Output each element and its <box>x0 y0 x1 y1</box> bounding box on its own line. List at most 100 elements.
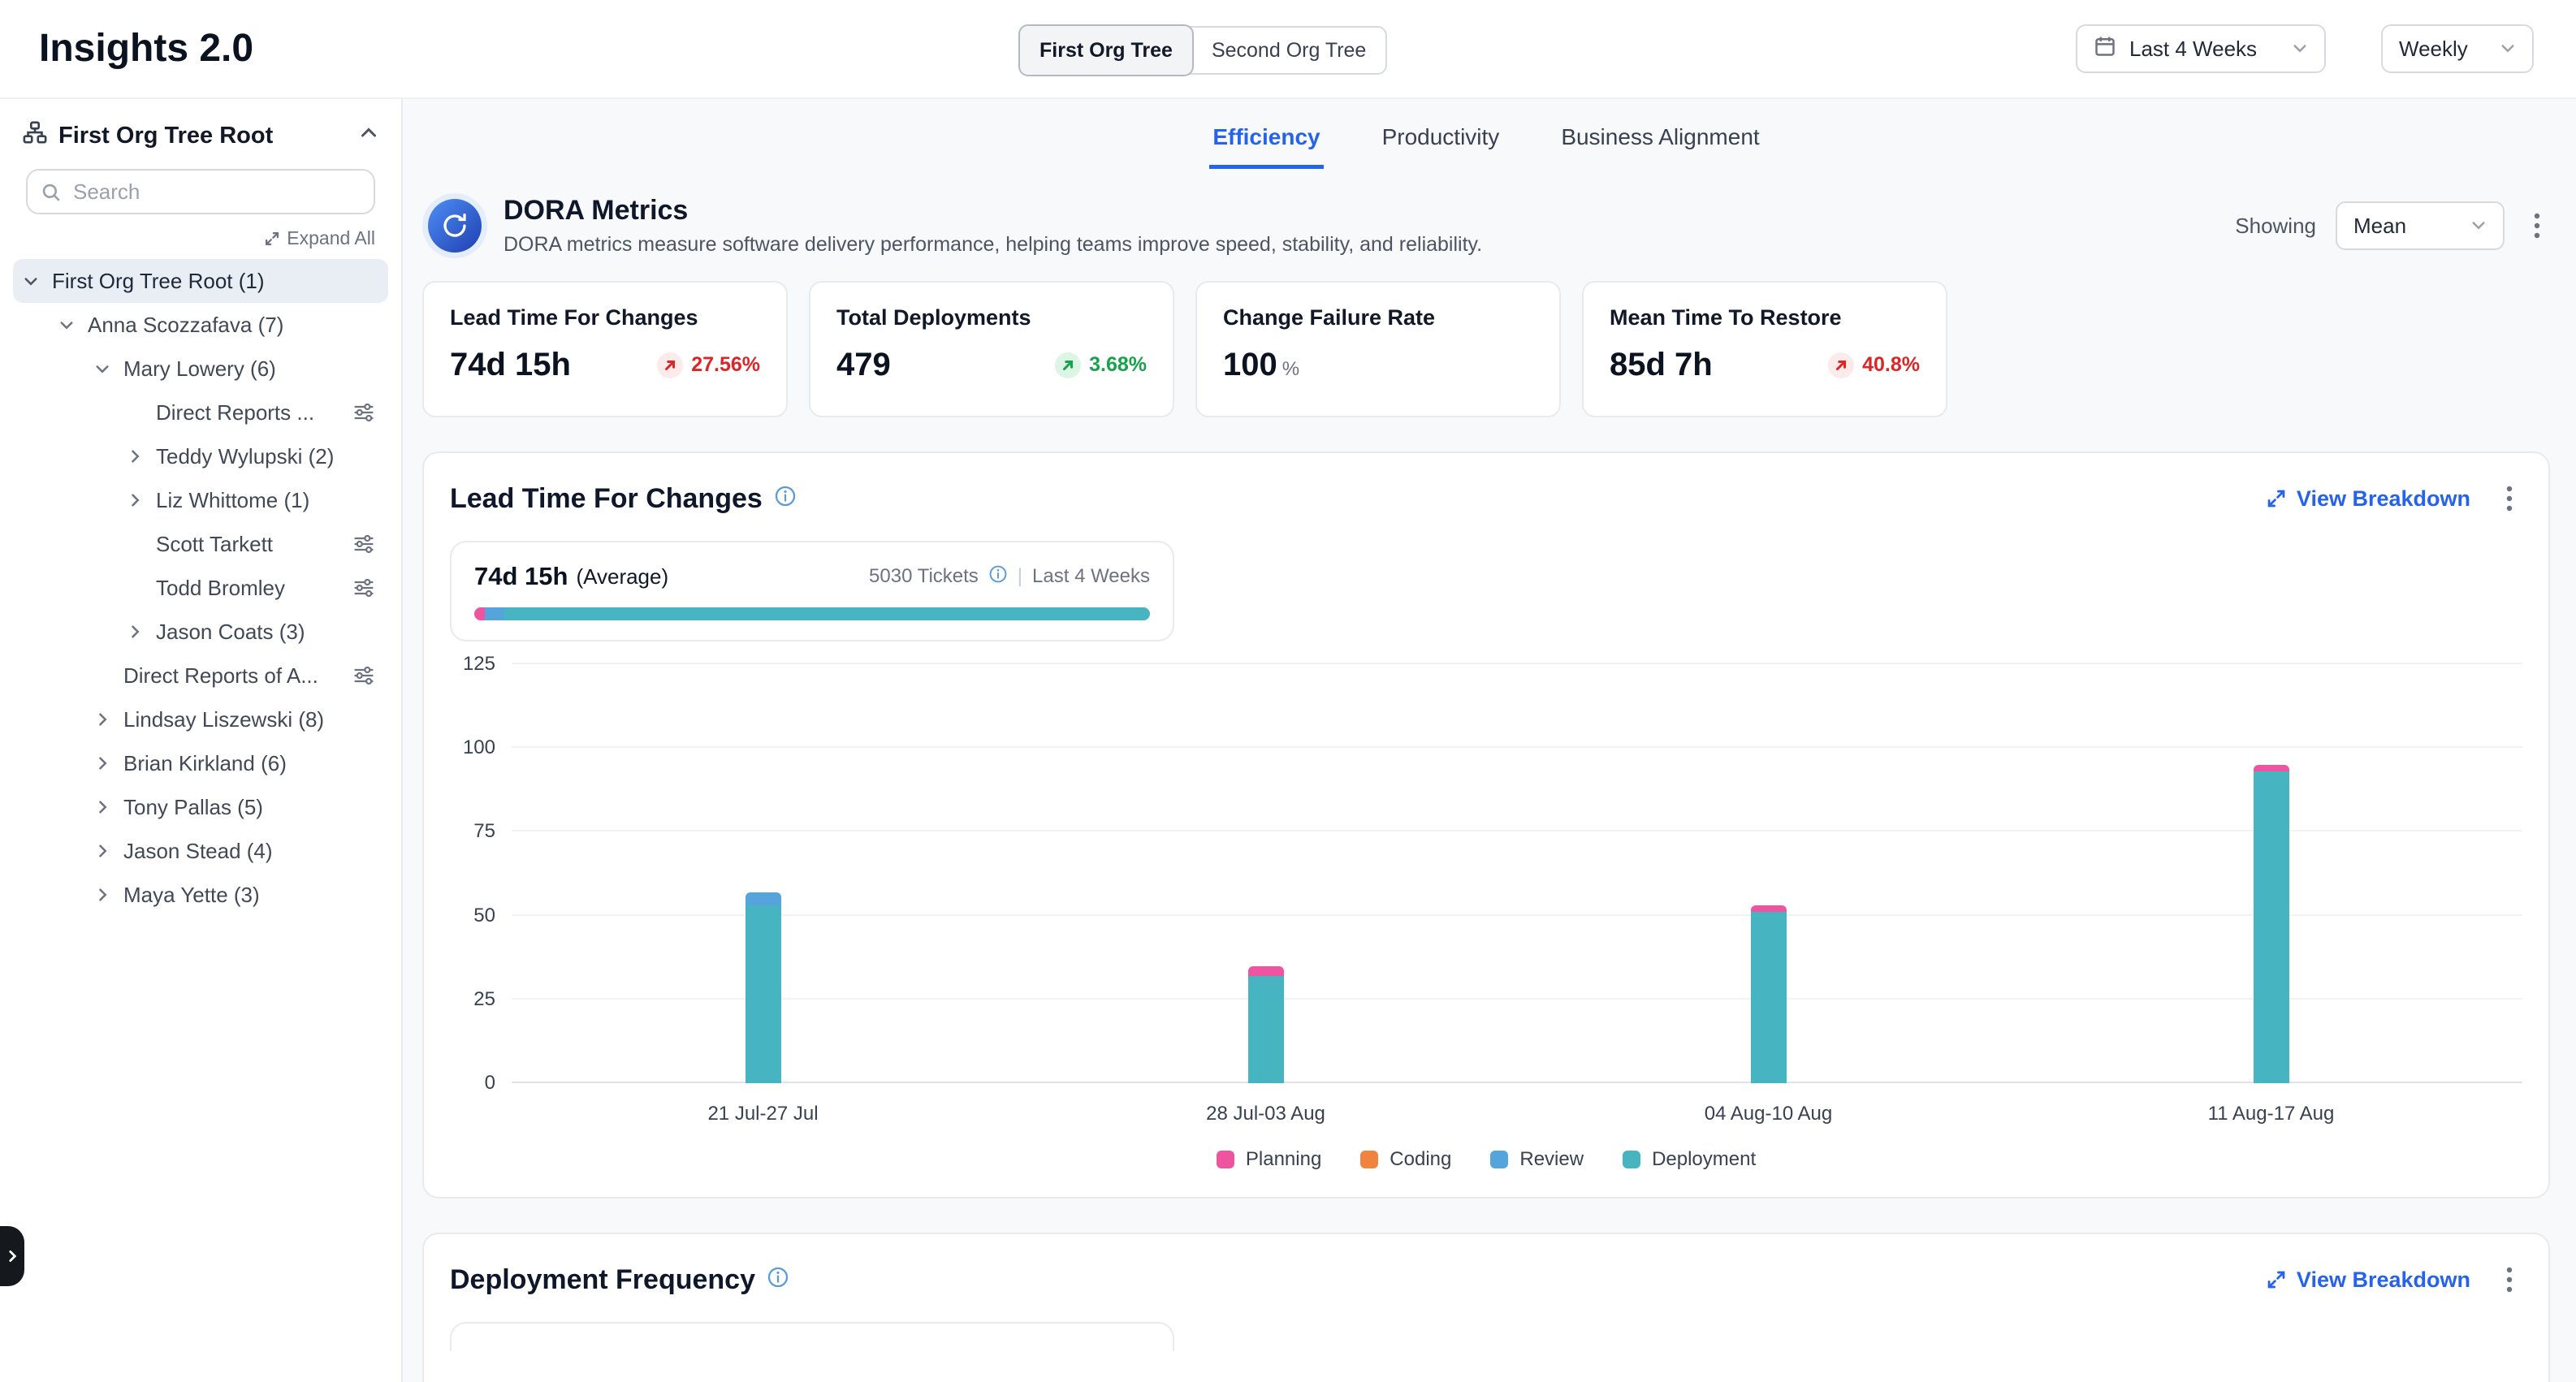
info-icon[interactable] <box>774 483 797 515</box>
granularity-value: Weekly <box>2399 37 2487 62</box>
tree-item-anna-scozzafava[interactable]: Anna Scozzafava (7) <box>13 303 388 347</box>
expand-all-label: Expand All <box>287 227 375 249</box>
metric-title: Mean Time To Restore <box>1610 305 1920 330</box>
filter-icon[interactable] <box>352 577 375 599</box>
stacked-bar-4[interactable] <box>2254 664 2289 1083</box>
bar-segment-planning <box>1751 905 1787 912</box>
org-tree: First Org Tree Root (1) Anna Scozzafava … <box>0 259 401 917</box>
summary-value: 74d 15h <box>474 562 568 591</box>
date-range-select[interactable]: Last 4 Weeks <box>2076 24 2326 73</box>
tree-item-first-org-tree-root[interactable]: First Org Tree Root (1) <box>13 259 388 303</box>
drawer-expand-handle[interactable] <box>0 1226 24 1286</box>
tree-item-jason-stead[interactable]: Jason Stead (4) <box>13 829 388 873</box>
info-icon[interactable] <box>988 564 1008 590</box>
dora-title: DORA Metrics <box>504 195 1482 227</box>
tree-item-scott-tarkett[interactable]: Scott Tarkett <box>13 522 388 566</box>
trend-up-icon <box>1055 352 1081 378</box>
search-input[interactable] <box>26 169 375 214</box>
showing-select[interactable]: Mean <box>2336 201 2505 250</box>
bar-segment-deployment <box>2254 771 2289 1083</box>
y-tick-label: 25 <box>473 988 495 1011</box>
filter-icon[interactable] <box>352 533 375 555</box>
stacked-bar-2[interactable] <box>1248 664 1284 1083</box>
expand-all-button[interactable]: Expand All <box>26 227 375 249</box>
lead-time-panel: Lead Time For Changes View Breakdown 74d… <box>422 451 2550 1198</box>
legend-item-planning[interactable]: Planning <box>1217 1148 1321 1171</box>
tree-item-todd-bromley[interactable]: Todd Bromley <box>13 566 388 610</box>
search-icon <box>41 182 62 203</box>
chevron-down-icon <box>2500 37 2516 62</box>
lead-time-y-axis: 0255075100125 <box>450 664 512 1083</box>
view-breakdown-link[interactable]: View Breakdown <box>2266 486 2470 512</box>
chevron-down-icon <box>2292 37 2308 62</box>
tree-item-tony-pallas[interactable]: Tony Pallas (5) <box>13 785 388 829</box>
delta-badge: 27.56% <box>657 352 760 378</box>
chevron-right-icon <box>94 843 123 859</box>
tree-item-label: Liz Whittome (1) <box>156 488 309 513</box>
bar-segment-deployment <box>1248 976 1284 1083</box>
summary-distribution-bar <box>474 607 1150 620</box>
panel-more-options-button[interactable] <box>2496 1260 2522 1299</box>
delta-badge: 3.68% <box>1055 352 1147 378</box>
tree-item-direct-reports[interactable]: Direct Reports ... <box>13 391 388 434</box>
stacked-bar-3[interactable] <box>1751 664 1787 1083</box>
card-lead-time-for-changes: Lead Time For Changes 74d 15h 27.56% <box>422 281 788 417</box>
lead-time-x-axis: 21 Jul-27 Jul28 Jul-03 Aug04 Aug-10 Aug1… <box>512 1083 2522 1132</box>
sidebar: First Org Tree Root Expand All First Org… <box>0 99 403 1382</box>
chevron-right-icon <box>127 624 156 640</box>
delta-badge: 40.8% <box>1828 352 1920 378</box>
tree-item-direct-reports-of-a[interactable]: Direct Reports of A... <box>13 654 388 697</box>
tree-item-brian-kirkland[interactable]: Brian Kirkland (6) <box>13 741 388 785</box>
granularity-select[interactable]: Weekly <box>2381 24 2534 73</box>
sidebar-title: First Org Tree Root <box>58 123 273 149</box>
legend-swatch <box>1360 1151 1378 1168</box>
legend-item-deployment[interactable]: Deployment <box>1623 1148 1756 1171</box>
chevron-down-icon <box>23 273 52 289</box>
tree-item-maya-yette[interactable]: Maya Yette (3) <box>13 873 388 917</box>
chevron-down-icon <box>2470 214 2487 239</box>
chevron-right-icon <box>94 799 123 815</box>
info-icon[interactable] <box>767 1264 789 1296</box>
legend-swatch <box>1623 1151 1640 1168</box>
chevron-right-icon <box>94 711 123 728</box>
tree-item-lindsay-liszewski[interactable]: Lindsay Liszewski (8) <box>13 697 388 741</box>
tree-item-mary-lowery[interactable]: Mary Lowery (6) <box>13 347 388 391</box>
summary-tickets: 5030 Tickets <box>869 565 979 588</box>
metric-title: Total Deployments <box>836 305 1147 330</box>
view-breakdown-label: View Breakdown <box>2297 1268 2470 1293</box>
tree-item-label: First Org Tree Root (1) <box>52 269 265 294</box>
toggle-second-org-tree[interactable]: Second Org Tree <box>1192 26 1385 75</box>
filter-icon[interactable] <box>352 664 375 687</box>
tab-business-alignment[interactable]: Business Alignment <box>1558 105 1762 169</box>
bar-segment-deployment <box>746 905 781 1083</box>
tree-item-liz-whittome[interactable]: Liz Whittome (1) <box>13 478 388 522</box>
tree-item-jason-coats[interactable]: Jason Coats (3) <box>13 610 388 654</box>
toggle-first-org-tree[interactable]: First Org Tree <box>1018 24 1194 76</box>
tree-item-label: Tony Pallas (5) <box>123 795 263 820</box>
tab-efficiency[interactable]: Efficiency <box>1209 105 1323 169</box>
legend-label: Coding <box>1390 1148 1451 1171</box>
metric-title: Change Failure Rate <box>1223 305 1533 330</box>
expand-icon <box>2266 488 2287 509</box>
legend-item-review[interactable]: Review <box>1490 1148 1584 1171</box>
tree-item-label: Maya Yette (3) <box>123 883 260 908</box>
view-breakdown-link[interactable]: View Breakdown <box>2266 1268 2470 1293</box>
filter-icon[interactable] <box>352 401 375 424</box>
showing-label: Showing <box>2235 214 2316 239</box>
panel-title: Deployment Frequency <box>450 1264 755 1296</box>
collapse-tree-button[interactable] <box>359 123 378 149</box>
tree-item-teddy-wylupski[interactable]: Teddy Wylupski (2) <box>13 434 388 478</box>
legend-item-coding[interactable]: Coding <box>1360 1148 1451 1171</box>
trend-up-icon <box>657 352 683 378</box>
tree-item-label: Direct Reports ... <box>156 400 314 425</box>
stacked-bar-1[interactable] <box>746 664 781 1083</box>
bar-segment-planning <box>2254 765 2289 771</box>
panel-more-options-button[interactable] <box>2496 479 2522 518</box>
gridline <box>512 998 2522 1000</box>
tab-productivity[interactable]: Productivity <box>1379 105 1503 169</box>
tree-item-label: Todd Bromley <box>156 576 285 601</box>
dora-more-options-button[interactable] <box>2524 206 2550 245</box>
x-tick-label: 28 Jul-03 Aug <box>1206 1103 1325 1125</box>
gridline <box>512 914 2522 916</box>
y-tick-label: 100 <box>463 736 495 759</box>
